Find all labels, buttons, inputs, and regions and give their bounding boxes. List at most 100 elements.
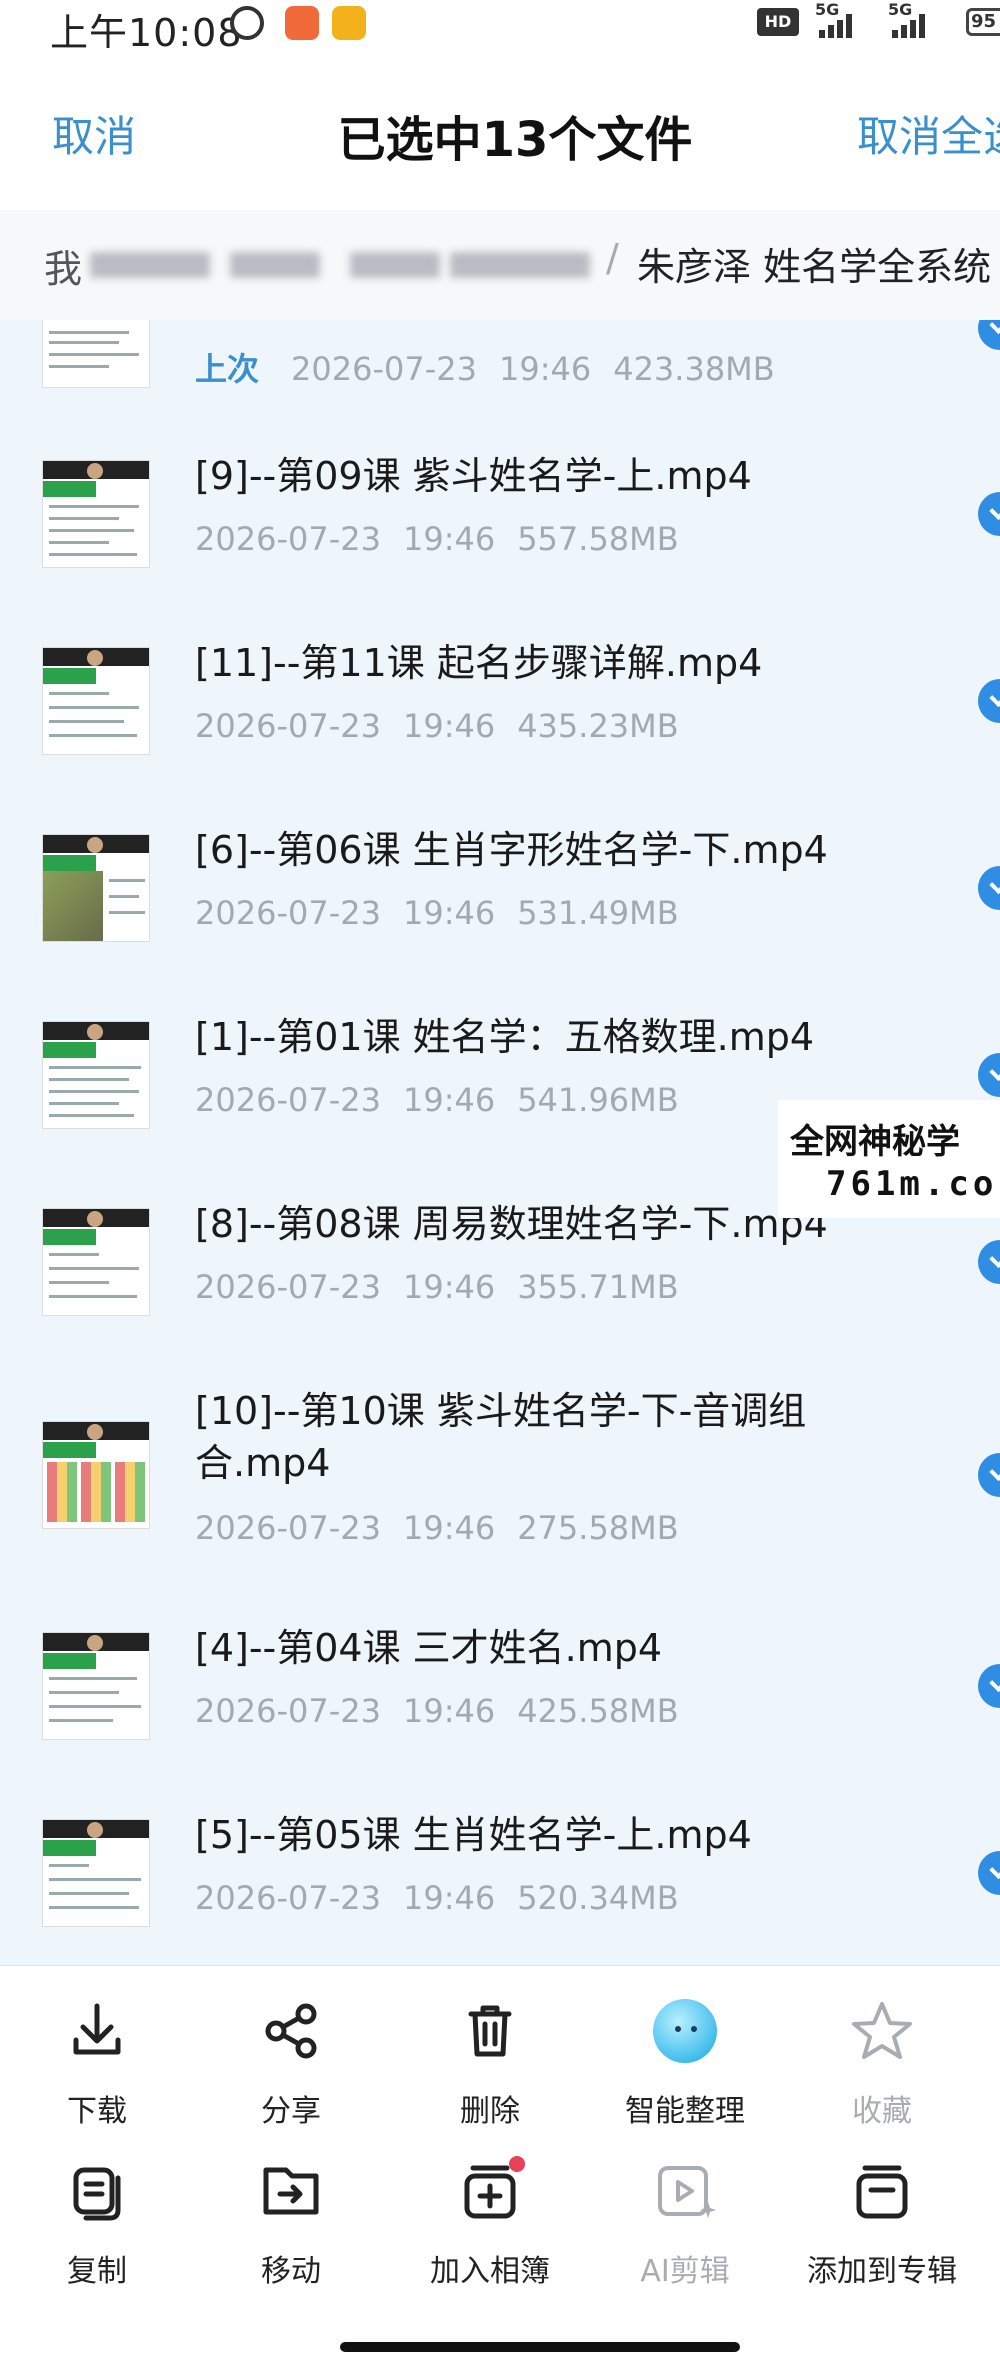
- smart-organize-icon: [653, 1999, 717, 2063]
- blurred-path-segment: [450, 252, 590, 278]
- file-row[interactable]: [6]--第06课 生肖字形姓名学-下.mp4 2026-07-23 19:46 5…: [0, 814, 1000, 964]
- smart-organize-button[interactable]: 智能整理: [600, 1996, 770, 2129]
- move-button[interactable]: 移动: [206, 2156, 376, 2289]
- selected-checkbox[interactable]: [978, 1053, 1000, 1097]
- video-thumbnail: [42, 460, 150, 568]
- file-name: [10]--第10课 紫斗姓名学-下-音调组: [195, 1389, 807, 1433]
- file-date: 2026-07-23: [195, 520, 381, 558]
- home-indicator[interactable]: [340, 2342, 740, 2352]
- file-row[interactable]: [10]--第10课 紫斗姓名学-下-音调组 合.mp4 2026-07-23 1…: [0, 1375, 1000, 1575]
- file-time: 19:46: [402, 1509, 496, 1547]
- status-bar: 上午10:08 HD 5G 5G 95: [0, 0, 1000, 55]
- selected-checkbox[interactable]: [978, 320, 1000, 350]
- add-to-collection-button[interactable]: 添加到专辑: [797, 2156, 967, 2289]
- blurred-path-segment: [350, 252, 440, 278]
- signal-strength-icon: [888, 10, 930, 38]
- download-icon: [73, 2003, 121, 2055]
- breadcrumb-current[interactable]: 朱彦泽 姓名学全系统: [637, 236, 991, 291]
- file-size: 425.58MB: [517, 1692, 679, 1730]
- action-label: 收藏: [852, 2094, 912, 2129]
- file-name-continuation: 合.mp4: [195, 1441, 331, 1485]
- battery-icon: 95: [966, 8, 1000, 36]
- selected-checkbox[interactable]: [978, 679, 1000, 723]
- file-date: 2026-07-23: [195, 1692, 381, 1730]
- selected-checkbox[interactable]: [978, 1453, 1000, 1497]
- breadcrumb-separator: /: [606, 236, 619, 280]
- file-time: 19:46: [402, 894, 496, 932]
- file-date: 2026-07-23: [195, 707, 381, 745]
- file-time: 19:46: [402, 1879, 496, 1917]
- action-label: 下载: [67, 2094, 127, 2129]
- file-name: [6]--第06课 生肖字形姓名学-下.mp4: [195, 828, 828, 872]
- hd-voice-icon: HD: [757, 8, 799, 36]
- copy-button[interactable]: 复制: [12, 2156, 182, 2289]
- add-album-icon: [464, 2156, 525, 2219]
- file-date: 2026-07-23: [195, 1268, 381, 1306]
- file-size: 355.71MB: [517, 1268, 679, 1306]
- file-size: 557.58MB: [517, 520, 679, 558]
- trash-icon: [468, 2005, 512, 2057]
- file-size: 435.23MB: [517, 707, 679, 745]
- file-time: 19:46: [498, 350, 592, 388]
- add-to-album-button[interactable]: 加入相簿: [405, 2156, 575, 2289]
- move-icon: [263, 2167, 319, 2215]
- video-thumbnail: [42, 1819, 150, 1927]
- file-date: 2026-07-23: [195, 1509, 381, 1547]
- file-row[interactable]: 上次 2026-07-23 19:46 423.38MB: [0, 320, 1000, 410]
- deselect-all-button[interactable]: 取消全选: [857, 103, 1000, 164]
- signal-strength-icon: [815, 10, 857, 38]
- file-row[interactable]: [5]--第05课 生肖姓名学-上.mp4 2026-07-23 19:46 520…: [0, 1799, 1000, 1949]
- bottom-action-bar: 下载 分享 删除 智能整理 收藏 复制 移动 加入相簿 AI剪辑 添加到专辑: [0, 1965, 1000, 2370]
- share-icon: [265, 2003, 317, 2059]
- file-name: [5]--第05课 生肖姓名学-上.mp4: [195, 1813, 752, 1857]
- share-button[interactable]: 分享: [206, 1996, 376, 2129]
- blurred-path-segment: [230, 252, 320, 278]
- selected-checkbox[interactable]: [978, 1851, 1000, 1895]
- favorite-button[interactable]: 收藏: [797, 1996, 967, 2129]
- file-size: 423.38MB: [613, 350, 775, 388]
- add-collection-icon: [856, 2165, 908, 2219]
- delete-button[interactable]: 删除: [405, 1996, 575, 2129]
- last-opened-tag: 上次: [195, 350, 260, 388]
- file-name: [8]--第08课 周易数理姓名学-下.mp4: [195, 1202, 828, 1246]
- selection-header: 取消 已选中13个文件 取消全选: [0, 48, 1000, 210]
- file-time: 19:46: [402, 707, 496, 745]
- file-size: 520.34MB: [517, 1879, 679, 1917]
- file-name: [1]--第01课 姓名学：五格数理.mp4: [195, 1015, 815, 1059]
- file-row[interactable]: [11]--第11课 起名步骤详解.mp4 2026-07-23 19:46 435…: [0, 627, 1000, 777]
- file-row[interactable]: [9]--第09课 紫斗姓名学-上.mp4 2026-07-23 19:46 557…: [0, 440, 1000, 590]
- health-app-icon: [285, 6, 319, 40]
- action-label: 添加到专辑: [807, 2254, 957, 2289]
- file-time: 19:46: [402, 1692, 496, 1730]
- selected-checkbox[interactable]: [978, 1240, 1000, 1284]
- blurred-path-segment: [90, 252, 210, 278]
- file-size: 531.49MB: [517, 894, 679, 932]
- file-time: 19:46: [402, 1268, 496, 1306]
- selected-checkbox[interactable]: [978, 866, 1000, 910]
- file-name: [4]--第04课 三才姓名.mp4: [195, 1626, 663, 1670]
- copy-icon: [73, 2167, 121, 2221]
- file-time: 19:46: [402, 520, 496, 558]
- breadcrumb-root[interactable]: 我: [44, 238, 82, 293]
- file-row[interactable]: [4]--第04课 三才姓名.mp4 2026-07-23 19:46 425.58…: [0, 1612, 1000, 1762]
- action-label: 加入相簿: [430, 2254, 550, 2289]
- selected-checkbox[interactable]: [978, 492, 1000, 536]
- watermark-url: 761m.co: [826, 1164, 998, 1204]
- video-thumbnail: [42, 1208, 150, 1316]
- file-size: 275.58MB: [517, 1509, 679, 1547]
- ai-edit-button[interactable]: AI剪辑: [600, 2156, 770, 2289]
- alarm-icon: [230, 6, 264, 40]
- file-date: 2026-07-23: [291, 350, 477, 388]
- action-label: 删除: [460, 2094, 520, 2129]
- message-app-icon: [332, 6, 366, 40]
- breadcrumb: 我 / 朱彦泽 姓名学全系统: [0, 210, 1000, 320]
- file-date: 2026-07-23: [195, 1879, 381, 1917]
- file-name: [9]--第09课 紫斗姓名学-上.mp4: [195, 454, 752, 498]
- action-label: AI剪辑: [640, 2254, 730, 2289]
- ai-edit-icon: [658, 2166, 716, 2218]
- video-thumbnail: [42, 1021, 150, 1129]
- video-thumbnail: [42, 647, 150, 755]
- selected-checkbox[interactable]: [978, 1664, 1000, 1708]
- download-button[interactable]: 下载: [12, 1996, 182, 2129]
- file-size: 541.96MB: [517, 1081, 679, 1119]
